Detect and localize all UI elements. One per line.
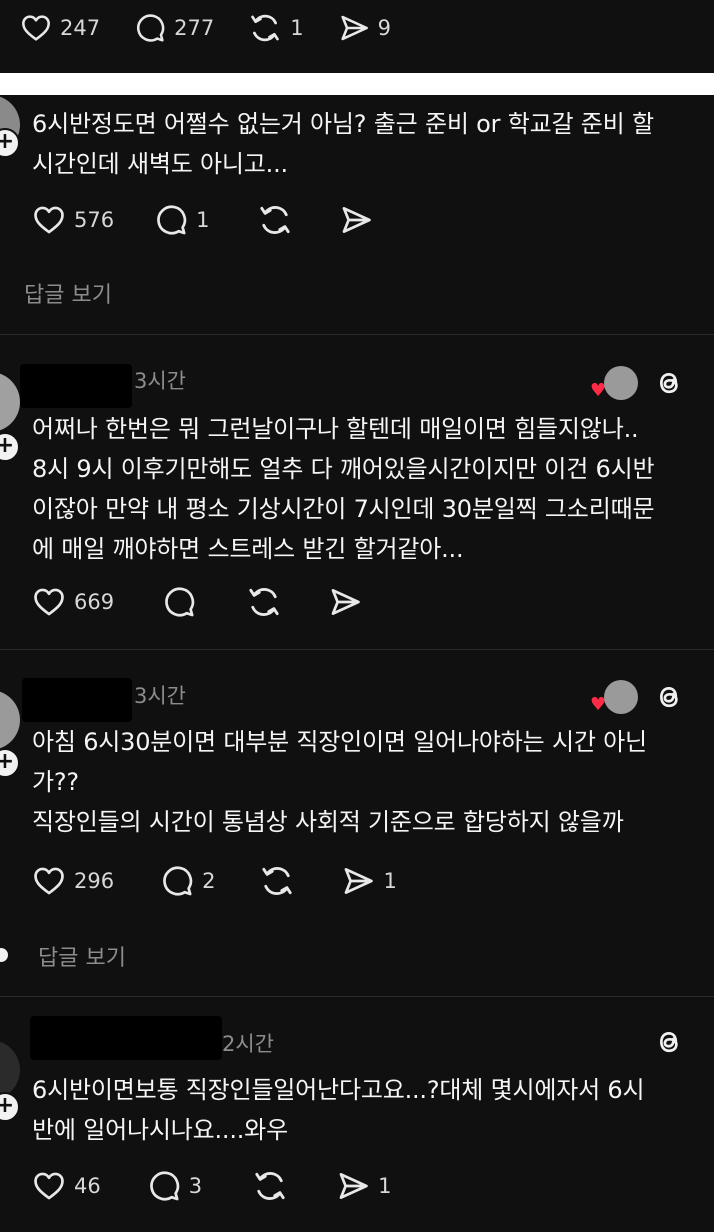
- reply-count: 2: [202, 869, 216, 893]
- like-button[interactable]: 669: [32, 585, 114, 619]
- reply-button[interactable]: 2: [160, 864, 215, 898]
- redacted-username: [20, 364, 132, 408]
- reply-count: 3: [188, 1174, 203, 1198]
- repost-count: 1: [290, 16, 304, 40]
- comment-line: 6시반정도면 어쩔수 없는거 아님? 출근 준비 or 학교갈 준비 할: [32, 110, 654, 138]
- redacted-username: [30, 1016, 222, 1060]
- divider: [0, 649, 714, 650]
- comment-line: 8시 9시 이후기만해도 얼추 다 깨어있을시간이지만 이건 6시반: [32, 455, 655, 483]
- repost-icon: [252, 1168, 288, 1204]
- share-count: 1: [378, 1174, 392, 1198]
- comment-line: 이잖아 만약 내 평소 기상시간이 7시인데 30분일찍 그소리때문: [32, 495, 655, 523]
- view-replies-link[interactable]: 답글 보기: [38, 940, 126, 972]
- share-count: 9: [377, 16, 391, 40]
- liker-avatar: [604, 680, 638, 714]
- comment-bubble-icon: [160, 864, 194, 898]
- comment-actions: 296 2 1: [32, 861, 397, 901]
- avatar[interactable]: [0, 1040, 20, 1100]
- like-button[interactable]: 576: [32, 203, 114, 237]
- threads-icon[interactable]: [652, 1025, 686, 1059]
- reply-count: 1: [196, 208, 210, 232]
- comment-text: 어쩌나 한번은 뭐 그런날이구나 할텐데 매일이면 힘들지않나.. 8시 9시 …: [32, 409, 655, 569]
- follow-plus-button[interactable]: +: [0, 748, 20, 778]
- send-icon: [341, 864, 375, 898]
- send-icon: [328, 585, 362, 619]
- repost-icon: [259, 863, 295, 899]
- comment-text: 6시반이면보통 직장인들일어난다고요...?대체 몇시에자서 6시 반에 일어나…: [32, 1070, 645, 1150]
- threads-icon[interactable]: [652, 366, 686, 400]
- share-count: 1: [383, 869, 397, 893]
- comment-line: 반에 일어나시나요....와우: [32, 1116, 288, 1144]
- share-button[interactable]: [328, 585, 362, 619]
- repost-button[interactable]: [246, 584, 282, 620]
- avatar[interactable]: [0, 372, 20, 432]
- thread-dot: [0, 948, 8, 962]
- comment-text: 6시반정도면 어쩔수 없는거 아님? 출근 준비 or 학교갈 준비 할 시간인…: [32, 104, 654, 184]
- comment-bubble-icon: [147, 1169, 181, 1203]
- like-button[interactable]: 46: [32, 1169, 101, 1203]
- top-post-actions: 247 277 1 9: [20, 8, 440, 48]
- comment-bubble-icon: [134, 12, 166, 44]
- repost-icon: [246, 584, 282, 620]
- share-button[interactable]: 9: [338, 12, 391, 44]
- follow-plus-button[interactable]: +: [0, 1092, 20, 1122]
- screenshot-divider: [0, 73, 714, 95]
- comment-line: 어쩌나 한번은 뭐 그런날이구나 할텐데 매일이면 힘들지않나..: [32, 415, 639, 443]
- repost-button[interactable]: [259, 863, 295, 899]
- repost-icon: [257, 202, 293, 238]
- comment-actions: 46 3 1: [32, 1166, 391, 1206]
- comment-line: 6시반이면보통 직장인들일어난다고요...?대체 몇시에자서 6시: [32, 1076, 645, 1104]
- comment-text: 아침 6시30분이면 대부분 직장인이면 일어나야하는 시간 아닌 가?? 직장…: [32, 722, 647, 842]
- like-count: 247: [60, 16, 101, 40]
- timestamp: 2시간: [222, 1032, 275, 1056]
- share-button[interactable]: 1: [336, 1169, 391, 1203]
- follow-plus-button[interactable]: +: [0, 432, 20, 462]
- comment-line: 시간인데 새벽도 아니고...: [32, 150, 288, 178]
- reply-button[interactable]: 277: [134, 12, 214, 44]
- divider: [0, 996, 714, 997]
- reply-button[interactable]: 3: [147, 1169, 202, 1203]
- comment-line: 가??: [32, 768, 79, 796]
- comment-line: 아침 6시30분이면 대부분 직장인이면 일어나야하는 시간 아닌: [32, 728, 647, 756]
- like-button[interactable]: 247: [20, 12, 100, 44]
- send-icon: [338, 12, 370, 44]
- heart-icon: [32, 864, 66, 898]
- liker-avatar: [604, 366, 638, 400]
- reply-button[interactable]: [162, 585, 196, 619]
- send-icon: [336, 1169, 370, 1203]
- view-replies-link[interactable]: 답글 보기: [24, 277, 112, 309]
- avatar[interactable]: [0, 690, 20, 750]
- like-count: 46: [74, 1174, 101, 1198]
- divider: [0, 334, 714, 335]
- heart-icon: [32, 203, 66, 237]
- redacted-username: [22, 678, 132, 722]
- heart-icon: [32, 1169, 66, 1203]
- threads-icon[interactable]: [652, 680, 686, 714]
- repost-button[interactable]: [257, 202, 293, 238]
- repost-icon: [248, 11, 282, 45]
- share-button[interactable]: [339, 203, 373, 237]
- repost-button[interactable]: 1: [248, 11, 304, 45]
- heart-icon: [32, 585, 66, 619]
- reply-button[interactable]: 1: [154, 203, 209, 237]
- timestamp: 3시간: [134, 369, 187, 393]
- comment-line: 에 매일 깨야하면 스트레스 받긴 할거같아...: [32, 535, 464, 563]
- heart-icon: [20, 12, 52, 44]
- like-count: 296: [74, 869, 115, 893]
- timestamp: 3시간: [134, 684, 187, 708]
- like-button[interactable]: 296: [32, 864, 114, 898]
- comment-bubble-icon: [154, 203, 188, 237]
- like-count: 576: [74, 208, 115, 232]
- share-button[interactable]: 1: [341, 864, 397, 898]
- repost-button[interactable]: [252, 1168, 288, 1204]
- comment-actions: 576 1: [32, 200, 373, 240]
- comment-bubble-icon: [162, 585, 196, 619]
- send-icon: [339, 203, 373, 237]
- comment-actions: 669: [32, 582, 362, 622]
- comment-line: 직장인들의 시간이 통념상 사회적 기준으로 합당하지 않을까: [32, 808, 624, 836]
- like-count: 669: [74, 590, 115, 614]
- reply-count: 277: [174, 16, 215, 40]
